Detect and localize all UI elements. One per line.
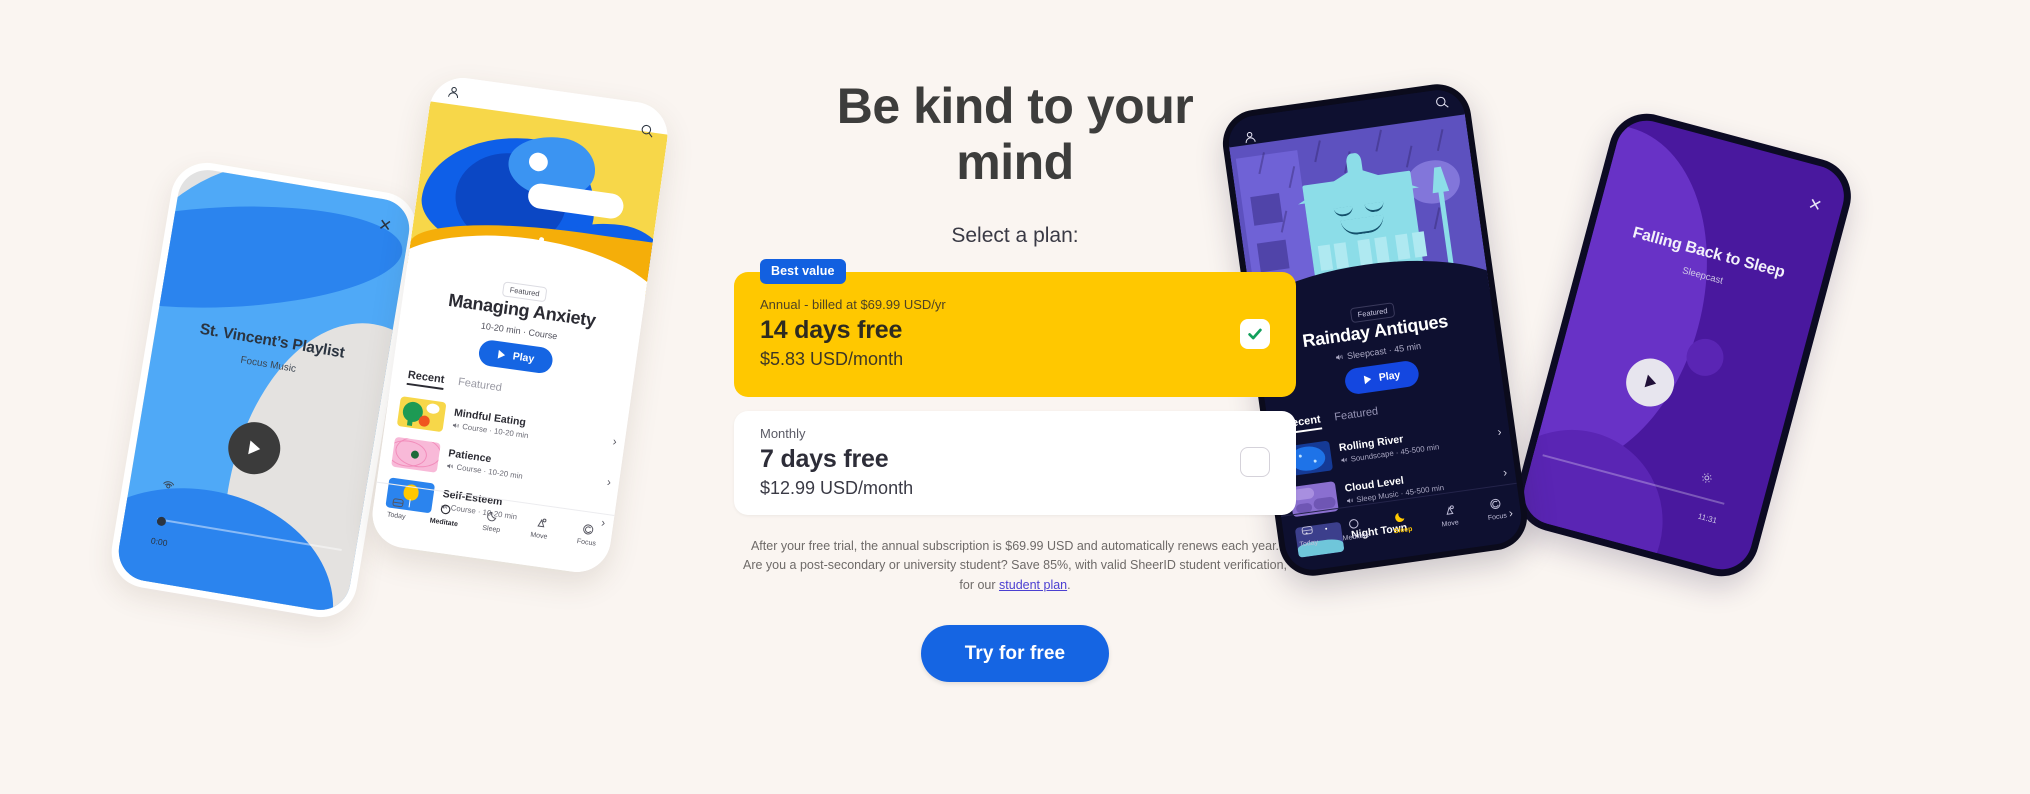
search-icon[interactable] <box>1434 95 1450 111</box>
settings-gear-icon[interactable] <box>1699 470 1715 486</box>
play-button[interactable]: Play <box>477 338 554 375</box>
fineprint-period: . <box>1067 577 1071 592</box>
sleep-icon <box>487 511 497 521</box>
audio-icon <box>447 463 454 469</box>
play-icon <box>1363 375 1372 385</box>
fineprint: After your free trial, the annual subscr… <box>735 537 1295 595</box>
page-title: Be kind to your mind <box>836 78 1194 190</box>
tab-recent[interactable]: Recent <box>406 368 446 390</box>
close-icon[interactable]: ✕ <box>1806 194 1824 217</box>
playback-time: 11:31 <box>1696 512 1718 526</box>
nav-label: Focus <box>1487 511 1508 522</box>
audio-icon <box>452 422 459 428</box>
fineprint-line-2: Are you a post-secondary or university s… <box>742 558 1288 592</box>
nav-item-focus[interactable]: Focus <box>1470 484 1523 533</box>
try-for-free-button[interactable]: Try for free <box>920 625 1110 683</box>
plan-annual-texts: Annual - billed at $69.99 USD/yr 14 days… <box>760 297 946 370</box>
select-plan-label: Select a plan: <box>951 224 1079 247</box>
nav-item-focus[interactable]: Focus <box>561 509 615 558</box>
play-label: Play <box>511 350 536 366</box>
phone-meditate-screen: Featured Managing Anxiety 10-20 min · Co… <box>368 73 672 577</box>
plan-monthly-price: $12.99 USD/month <box>760 477 914 498</box>
nav-item-meditate[interactable]: Meditate <box>1328 504 1381 553</box>
move-icon <box>1446 504 1454 515</box>
move-icon <box>537 518 547 527</box>
meditate-icon <box>440 504 451 514</box>
nav-label: Move <box>1441 518 1460 529</box>
plan-monthly-title: 7 days free <box>760 444 889 473</box>
plan-selector: Best value Annual - billed at $69.99 USD… <box>734 259 1296 515</box>
nav-item-sleep[interactable]: Sleep <box>1375 497 1428 546</box>
nav-label: Today <box>386 510 407 521</box>
chevron-right-icon: › <box>1496 423 1503 439</box>
center-content: Be kind to your mind Select a plan: Best… <box>695 0 1335 794</box>
profile-icon[interactable] <box>446 85 462 101</box>
nav-item-meditate[interactable]: Meditate <box>418 489 472 538</box>
phone-falling-screen: ✕ Falling Back to Sleep Sleepcast 11:31 <box>1517 113 1851 577</box>
play-button[interactable]: Play <box>1343 359 1420 396</box>
meditate-icon <box>1349 518 1359 529</box>
phone-playlist-screen: ✕ St. Vincent’s Playlist Focus Music 0:0… <box>114 165 414 615</box>
plan-annual-kicker: Annual - billed at $69.99 USD/yr <box>760 297 946 312</box>
play-icon <box>497 349 506 359</box>
play-label: Play <box>1378 368 1402 384</box>
play-icon <box>1644 374 1656 388</box>
nav-label: Focus <box>576 537 597 548</box>
nav-item-move[interactable]: Move <box>513 503 567 552</box>
student-plan-link[interactable]: student plan <box>999 578 1067 592</box>
plan-card-monthly[interactable]: Monthly 7 days free $12.99 USD/month <box>734 411 1296 515</box>
plan-monthly-kicker: Monthly <box>760 425 806 441</box>
audio-icon <box>1346 498 1353 503</box>
nav-item-move[interactable]: Move <box>1422 490 1475 539</box>
plan-monthly-checkbox[interactable] <box>1240 447 1270 477</box>
plan-annual-checkbox[interactable] <box>1240 318 1270 349</box>
chevron-right-icon: › <box>1502 464 1508 479</box>
audio-icon <box>1335 354 1343 360</box>
chevron-right-icon: › <box>606 474 613 489</box>
search-icon[interactable] <box>639 123 655 139</box>
audio-icon <box>1341 457 1348 463</box>
sleep-icon <box>1395 512 1405 522</box>
plan-card-annual[interactable]: Best value Annual - billed at $69.99 USD… <box>734 259 1296 397</box>
focus-icon <box>1490 498 1501 509</box>
nav-label: Sleep <box>1393 525 1413 536</box>
play-icon <box>248 440 261 455</box>
nav-label: Move <box>529 531 548 541</box>
landing-page: ✕ St. Vincent’s Playlist Focus Music 0:0… <box>0 0 2030 794</box>
tab-featured[interactable]: Featured <box>457 376 502 398</box>
best-value-badge: Best value <box>760 259 846 284</box>
nav-label: Meditate <box>1342 531 1370 542</box>
phone-mockup-falling-asleep: ✕ Falling Back to Sleep Sleepcast 11:31 <box>1508 105 1860 585</box>
plan-annual-title: 14 days free <box>760 316 903 344</box>
plan-annual-price: $5.83 USD/month <box>760 349 904 369</box>
nav-item-today[interactable]: Today <box>371 483 425 532</box>
decor-blob-purple-bottom <box>1517 409 1684 577</box>
tab-featured[interactable]: Featured <box>1334 405 1380 427</box>
focus-icon <box>583 523 594 535</box>
check-icon <box>1248 328 1262 339</box>
nav-label: Meditate <box>429 516 459 528</box>
airplay-icon[interactable] <box>161 478 176 493</box>
nav-label: Sleep <box>481 524 501 534</box>
phone-mockup-meditate: Featured Managing Anxiety 10-20 min · Co… <box>368 73 672 577</box>
list-item-thumbnail <box>396 395 447 432</box>
list-item-thumbnail <box>391 436 441 473</box>
plan-monthly-texts: Monthly 7 days free $12.99 USD/month <box>760 426 913 499</box>
phone-mockup-playlist: ✕ St. Vincent’s Playlist Focus Music 0:0… <box>106 157 422 623</box>
fineprint-line-1: After your free trial, the annual subscr… <box>750 539 1280 553</box>
chevron-right-icon: › <box>611 433 618 449</box>
today-icon <box>392 497 404 507</box>
nav-item-sleep[interactable]: Sleep <box>466 496 520 545</box>
